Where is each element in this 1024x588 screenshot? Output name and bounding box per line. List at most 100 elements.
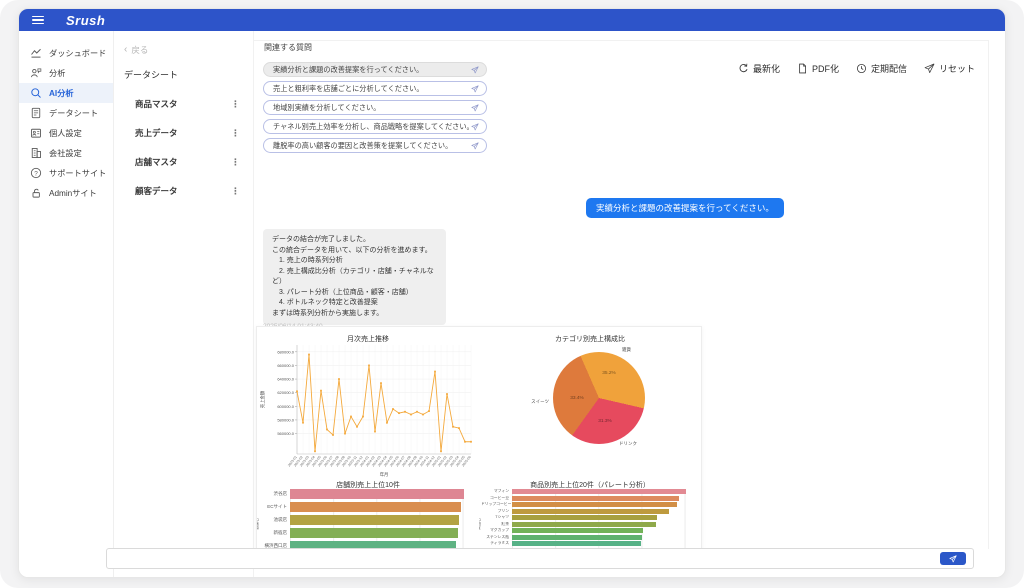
datasheet-item-label: 顧客データ xyxy=(135,185,178,197)
chevron-left-icon: ‹ xyxy=(124,46,127,54)
send-button[interactable] xyxy=(940,552,966,565)
bar-category-label: 渋谷店 xyxy=(259,491,290,497)
pie-slice-label: ドリンク xyxy=(619,441,637,447)
message-input[interactable] xyxy=(113,550,923,567)
pie-slice-label: 雑貨 xyxy=(622,347,631,353)
related-question-chip[interactable]: 地域別実績を分析してください。 xyxy=(263,100,487,115)
user-message-bubble: 実績分析と課題の改善提案を行ってください。 xyxy=(586,198,784,218)
dashboard-icon xyxy=(30,47,42,59)
related-question-chip[interactable]: チャネル別売上効率を分析し、商品戦略を提案してください。 xyxy=(263,119,487,134)
sidebar-item-分析[interactable]: 分析 xyxy=(19,63,113,83)
back-button[interactable]: ‹ 戻る xyxy=(114,43,253,57)
datasheet-item-label: 売上データ xyxy=(135,127,178,139)
svg-text:680000.0: 680000.0 xyxy=(277,349,294,354)
analysis-charts-panel: 月次売上推移 560000.0580000.0600000.0620000.06… xyxy=(256,326,702,558)
ai-message-line: データの結合が完了しました。 xyxy=(272,235,437,246)
datasheet-item-売上データ[interactable]: 売上データ ⋮ xyxy=(114,127,253,139)
bar-category-label: コーヒー豆 xyxy=(481,496,512,501)
hamburger-icon[interactable] xyxy=(32,16,44,25)
pdf-button[interactable]: PDF化 xyxy=(797,62,839,75)
send-icon xyxy=(471,104,479,112)
bar xyxy=(290,502,461,512)
bar-rows: マフィンコーヒー豆ドリップコーヒープリンTシャツ紅茶マグカップステンレス瓶ティラ… xyxy=(481,489,686,554)
related-questions-header: 関連する質問 xyxy=(264,42,312,53)
bar-category-label: プリン xyxy=(481,509,512,514)
bar xyxy=(512,541,641,546)
pie-slice-label: スイーツ xyxy=(505,399,549,405)
datasheet-title: データシート xyxy=(114,68,253,81)
ai-message-line: 3. パレート分析（上位商品・顧客・店舗） xyxy=(272,288,437,299)
chart-title: カテゴリ別売上構成比 xyxy=(479,334,701,344)
line-chart-monthly-sales: 月次売上推移 560000.0580000.0600000.0620000.06… xyxy=(257,327,479,479)
bar-row: プリン xyxy=(481,509,686,514)
line-chart-svg: 560000.0580000.0600000.0620000.0640000.0… xyxy=(257,339,479,479)
kebab-icon[interactable]: ⋮ xyxy=(231,186,240,197)
question-text: 実績分析と課題の改善提案を行ってください。 xyxy=(273,65,471,75)
ai-message-line: まずは時系列分析から実施します。 xyxy=(272,309,437,320)
bar-category-label: 紅茶 xyxy=(481,522,512,527)
reset-button[interactable]: リセット xyxy=(924,62,975,75)
bar-category-label: ドリップコーヒー xyxy=(481,502,512,507)
pdf-file-icon xyxy=(797,63,808,74)
sidebar-item-個人設定[interactable]: 個人設定 xyxy=(19,123,113,143)
kebab-icon[interactable]: ⋮ xyxy=(231,99,240,110)
related-question-chip[interactable]: 売上と粗利率を店舗ごとに分析してください。 xyxy=(263,81,487,96)
send-icon xyxy=(471,66,479,74)
datasheet-item-label: 商品マスタ xyxy=(135,98,178,110)
sidebar-item-label: AI分析 xyxy=(49,87,74,99)
send-icon xyxy=(949,555,957,563)
pie-slice-percent: 31.3% xyxy=(591,419,619,424)
question-text: チャネル別売上効率を分析し、商品戦略を提案してください。 xyxy=(273,122,471,132)
bar-category-label: Tシャツ xyxy=(481,515,512,520)
question-text: 離脱率の高い顧客の要因と改善策を提案してください。 xyxy=(273,141,471,151)
svg-text:600000.0: 600000.0 xyxy=(277,404,294,409)
related-question-chip[interactable]: 実績分析と課題の改善提案を行ってください。 xyxy=(263,62,487,77)
bar-category-label: ステンレス瓶 xyxy=(481,535,512,540)
related-question-chip[interactable]: 離脱率の高い顧客の要因と改善策を提案してください。 xyxy=(263,138,487,153)
svg-text:年月: 年月 xyxy=(380,471,389,478)
support-icon: ? xyxy=(30,167,42,179)
schedule-button[interactable]: 定期配信 xyxy=(856,62,907,75)
sidebar-item-AI分析[interactable]: AI分析 xyxy=(19,83,113,103)
sidebar-item-label: 分析 xyxy=(49,67,65,79)
ai-message-line: 4. ボトルネック特定と改善提案 xyxy=(272,298,437,309)
bar xyxy=(512,489,686,494)
refresh-icon xyxy=(738,63,749,74)
kebab-icon[interactable]: ⋮ xyxy=(231,157,240,168)
sidebar-item-ダッシュボード[interactable]: ダッシュボード xyxy=(19,43,113,63)
datasheet-item-店舗マスタ[interactable]: 店舗マスタ⋮ xyxy=(114,156,253,168)
app-window: Srush ダッシュボード分析AI分析データシート個人設定会社設定?サポートサイ… xyxy=(18,8,1006,578)
bar xyxy=(512,509,669,514)
sidebar-item-label: データシート xyxy=(49,107,98,119)
bar-chart-top-products: 商品別売上上位20件（パレート分析） 商品名 マフィンコーヒー豆ドリップコーヒー… xyxy=(479,479,701,558)
bar-rows: 渋谷店ECサイト池袋店新宿店横浜西口店 xyxy=(259,489,464,554)
pie-slice-percent: 33.4% xyxy=(563,396,591,401)
sidebar-item-サポートサイト[interactable]: ? サポートサイト xyxy=(19,163,113,183)
bar-chart-top-stores: 店舗別売上上位10件 店舗名 渋谷店ECサイト池袋店新宿店横浜西口店 xyxy=(257,479,479,558)
bar-category-label: マフィン xyxy=(481,489,512,494)
bar-category-label: 池袋店 xyxy=(259,517,290,523)
divider xyxy=(988,40,989,549)
sidebar-item-会社設定[interactable]: 会社設定 xyxy=(19,143,113,163)
bar-category-label: 新宿店 xyxy=(259,530,290,536)
app-logo: Srush xyxy=(66,13,105,28)
sidebar-item-Adminサイト[interactable]: Adminサイト xyxy=(19,183,113,203)
pie-chart-category-share: カテゴリ別売上構成比 雑貨 35.2% ドリンク 31.3% スイーツ 33.4… xyxy=(479,327,701,479)
back-label: 戻る xyxy=(131,44,148,56)
personal-settings-icon xyxy=(30,127,42,139)
refresh-button[interactable]: 最新化 xyxy=(738,62,780,75)
bar-row: ECサイト xyxy=(259,502,464,512)
datasheet-item-顧客データ[interactable]: 顧客データ ⋮ xyxy=(114,185,253,197)
bar xyxy=(512,522,656,527)
send-icon xyxy=(471,142,479,150)
admin-icon xyxy=(30,187,42,199)
sidebar-item-label: サポートサイト xyxy=(49,167,106,179)
send-icon xyxy=(924,63,935,74)
datasheet-icon xyxy=(30,107,42,119)
pie-slice-percent: 35.2% xyxy=(595,371,623,376)
datasheet-item-商品マスタ[interactable]: 商品マスタ ⋮ xyxy=(114,98,253,110)
divider xyxy=(254,40,989,41)
sidebar-item-データシート[interactable]: データシート xyxy=(19,103,113,123)
kebab-icon[interactable]: ⋮ xyxy=(231,128,240,139)
sidebar-item-label: ダッシュボード xyxy=(49,47,106,59)
